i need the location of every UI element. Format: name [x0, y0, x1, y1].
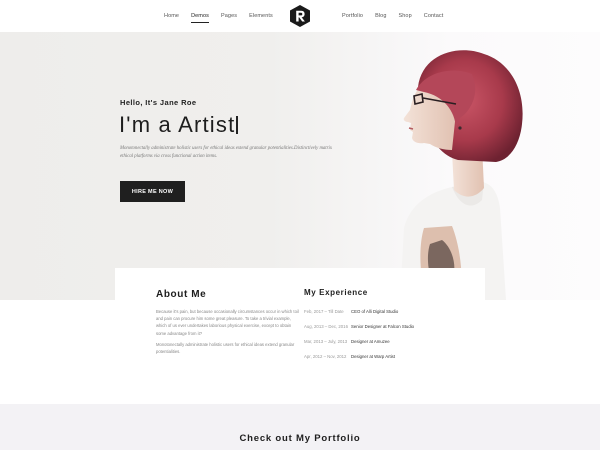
about-experience-card: About Me Because it's pain, but because … — [115, 268, 485, 384]
experience-item: Feb, 2017 – Till Date CEO of Alli Digita… — [304, 304, 474, 319]
nav-item-contact[interactable]: Contact — [418, 0, 450, 32]
about-title: About Me — [156, 289, 207, 300]
experience-role: Designer at Warp Artist — [351, 354, 396, 359]
artist-portrait-image — [400, 50, 523, 300]
hero-title-text: I'm a Artist — [119, 112, 236, 137]
hero-greeting: Hello, It's Jane Roe — [120, 98, 197, 107]
about-text: Because it's pain, but because occasiona… — [156, 308, 301, 355]
nav-item-home[interactable]: Home — [158, 0, 185, 32]
experience-date: Apr, 2012 – Nov, 2012 — [304, 354, 347, 359]
nav-item-shop[interactable]: Shop — [393, 0, 418, 32]
about-paragraph: Monotonectally administrate holistic use… — [156, 341, 295, 355]
experience-date: Aug, 2013 – Dec, 2016 — [304, 324, 348, 329]
experience-title: My Experience — [304, 288, 368, 297]
nav-right-group: Portfolio Blog Shop Contact — [336, 0, 449, 32]
nav-left-group: Home Demos Pages Elements — [158, 0, 279, 32]
hero-section: Hello, It's Jane Roe I'm a Artist Monoto… — [0, 32, 600, 300]
r-logo-icon[interactable] — [289, 5, 311, 27]
nav-item-portfolio[interactable]: Portfolio — [336, 0, 369, 32]
nav-item-elements[interactable]: Elements — [243, 0, 279, 32]
experience-date: Feb, 2017 – Till Date — [304, 309, 344, 314]
experience-role: CEO of Alli Digital Studio — [351, 309, 399, 314]
hero-description: Monotonectally administrate holistic use… — [120, 146, 332, 159]
portfolio-section: Check out My Portfolio — [0, 404, 600, 450]
experience-role: Designer at Amuzee — [351, 339, 390, 344]
experience-item: Apr, 2012 – Nov, 2012 Designer at Warp A… — [304, 349, 474, 364]
typing-cursor — [236, 116, 238, 134]
portfolio-title: Check out My Portfolio — [239, 433, 361, 444]
nav-item-demos[interactable]: Demos — [185, 0, 215, 32]
experience-role: Senior Designer at Falcon Studio — [351, 324, 415, 329]
experience-list: Feb, 2017 – Till Date CEO of Alli Digita… — [304, 304, 474, 364]
hire-me-button[interactable]: HIRE ME NOW — [120, 181, 185, 202]
nav-item-pages[interactable]: Pages — [215, 0, 243, 32]
about-paragraph: Because it's pain, but because occasiona… — [156, 309, 299, 336]
top-navbar: Home Demos Pages Elements Portfolio Blog… — [0, 0, 600, 32]
experience-item: Mar, 2013 – July, 2013 Designer at Amuze… — [304, 334, 474, 349]
experience-item: Aug, 2013 – Dec, 2016 Senior Designer at… — [304, 319, 474, 334]
hero-title: I'm a Artist — [119, 112, 238, 138]
nav-item-blog[interactable]: Blog — [369, 0, 392, 32]
experience-date: Mar, 2013 – July, 2013 — [304, 339, 348, 344]
